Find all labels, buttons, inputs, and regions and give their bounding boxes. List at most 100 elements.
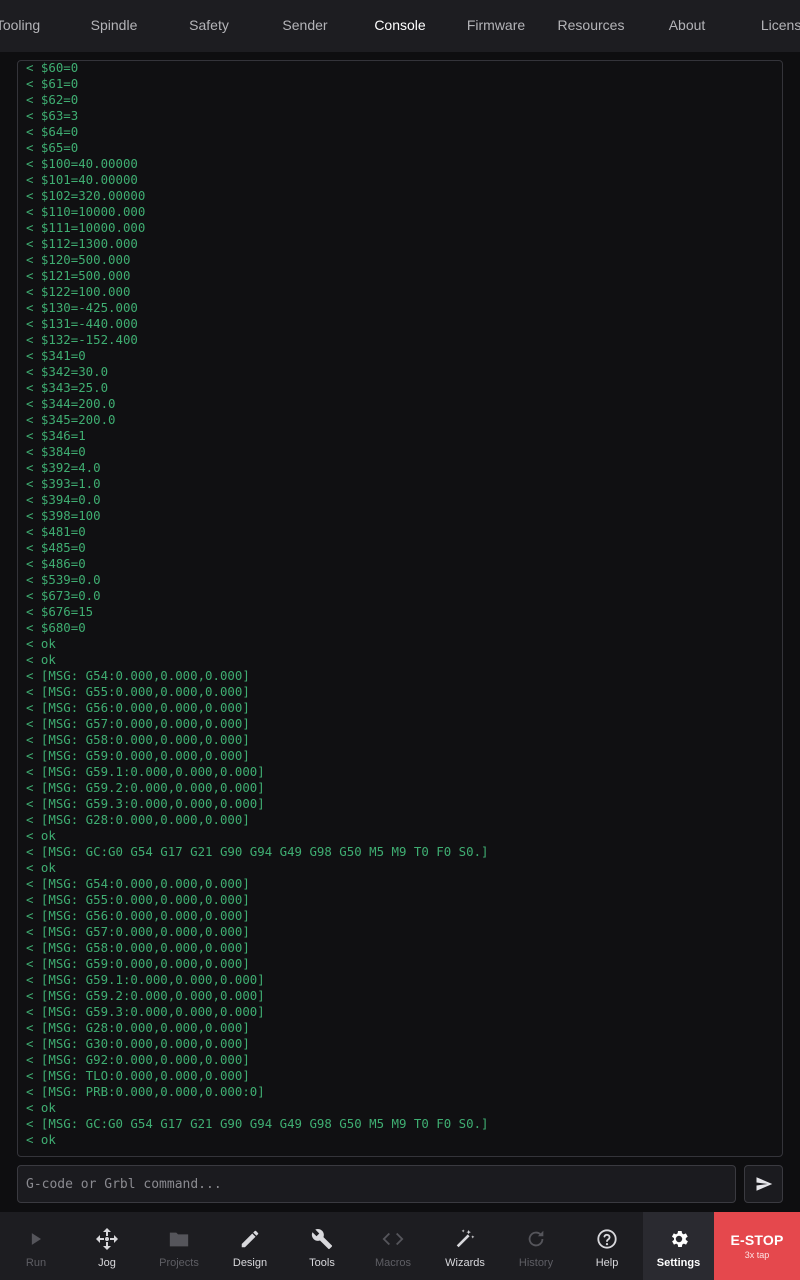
console-line: < [MSG: PRB:0.000,0.000,0.000:0] <box>26 1084 265 1099</box>
refresh-icon <box>524 1227 548 1251</box>
tab-spindle[interactable]: Spindle <box>91 0 138 52</box>
console-line: < $102=320.00000 <box>26 188 146 203</box>
console-line: < [MSG: G59.3:0.000,0.000,0.000] <box>26 796 265 811</box>
console-line: < $63=3 <box>26 108 79 123</box>
console-line: < [MSG: G59.2:0.000,0.000,0.000] <box>26 780 265 795</box>
nav-help[interactable]: Help <box>571 1212 643 1280</box>
estop-label: E-STOP <box>730 1232 784 1248</box>
console-line: < [MSG: G58:0.000,0.000,0.000] <box>26 732 250 747</box>
nav-label: Run <box>25 1257 47 1269</box>
console-line: < [MSG: GC:G0 G54 G17 G21 G90 G94 G49 G9… <box>26 1116 489 1131</box>
send-button[interactable] <box>744 1165 783 1203</box>
send-icon <box>756 1177 772 1191</box>
console-line: < [MSG: G59:0.000,0.000,0.000] <box>26 956 250 971</box>
console-line: < $486=0 <box>26 556 86 571</box>
console-line: < [MSG: G59.1:0.000,0.000,0.000] <box>26 972 265 987</box>
console-line: < [MSG: G59.3:0.000,0.000,0.000] <box>26 1004 265 1019</box>
console-line: < [MSG: G30:0.000,0.000,0.000] <box>26 1036 250 1051</box>
console-line: < [MSG: G28:0.000,0.000,0.000] <box>26 812 250 827</box>
console-line: < $60=0 <box>26 60 79 75</box>
nav-macros[interactable]: Macros <box>357 1212 429 1280</box>
console-output[interactable]: < $60=0 < $61=0 < $62=0 < $63=3 < $64=0 < $65… <box>17 60 783 1157</box>
nav-label: Macros <box>374 1257 412 1269</box>
console-line: < $131=-440.000 <box>26 316 138 331</box>
console-line: < $481=0 <box>26 524 86 539</box>
folder-icon <box>167 1227 191 1251</box>
wrench-icon <box>310 1227 334 1251</box>
nav-wizards[interactable]: Wizards <box>429 1212 501 1280</box>
nav-settings[interactable]: Settings <box>643 1212 714 1280</box>
tab-tooling[interactable]: Tooling <box>0 0 40 52</box>
console-line: < $112=1300.000 <box>26 236 138 251</box>
console-line: < [MSG: TLO:0.000,0.000,0.000] <box>26 1068 250 1083</box>
nav-label: Settings <box>656 1257 701 1269</box>
console-line: < $539=0.0 <box>26 572 101 587</box>
console-line: < $346=1 <box>26 428 86 443</box>
nav-label: Design <box>232 1257 268 1269</box>
console-line: < $342=30.0 <box>26 364 109 379</box>
tab-about[interactable]: About <box>669 0 706 52</box>
code-brackets-icon <box>381 1227 405 1251</box>
console-line: < ok <box>26 1100 56 1115</box>
nav-label: Projects <box>159 1257 199 1269</box>
top-tab-bar: Tooling Spindle Safety Sender Console Fi… <box>0 0 800 52</box>
nav-history[interactable]: History <box>500 1212 572 1280</box>
command-input[interactable] <box>17 1165 736 1203</box>
console-line: < $485=0 <box>26 540 86 555</box>
nav-run[interactable]: Run <box>0 1212 72 1280</box>
console-line: < [MSG: G55:0.000,0.000,0.000] <box>26 684 250 699</box>
console-line: < [MSG: G92:0.000,0.000,0.000] <box>26 1052 250 1067</box>
console-line: < $130=-425.000 <box>26 300 138 315</box>
console-line: < $132=-152.400 <box>26 332 138 347</box>
console-line: < $64=0 <box>26 124 79 139</box>
console-line: < $343=25.0 <box>26 380 109 395</box>
tab-license[interactable]: License <box>761 0 800 52</box>
console-line: < [MSG: GC:G0 G54 G17 G21 G90 G94 G49 G9… <box>26 844 489 859</box>
console-line: < $394=0.0 <box>26 492 101 507</box>
console-line: < $65=0 <box>26 140 79 155</box>
console-line: < $122=100.000 <box>26 284 131 299</box>
console-line: < $673=0.0 <box>26 588 101 603</box>
tab-safety[interactable]: Safety <box>189 0 229 52</box>
console-line: < $100=40.00000 <box>26 156 138 171</box>
tab-firmware[interactable]: Firmware <box>467 0 525 52</box>
tab-resources[interactable]: Resources <box>558 0 625 52</box>
nav-projects[interactable]: Projects <box>143 1212 215 1280</box>
console-line: < [MSG: G59.2:0.000,0.000,0.000] <box>26 988 265 1003</box>
console-line: < [MSG: G55:0.000,0.000,0.000] <box>26 892 250 907</box>
console-line: < [MSG: G57:0.000,0.000,0.000] <box>26 716 250 731</box>
console-line: < $121=500.000 <box>26 268 131 283</box>
gear-icon <box>667 1227 691 1251</box>
console-line: < ok <box>26 828 56 843</box>
help-circle-icon <box>595 1227 619 1251</box>
console-line: < $120=500.000 <box>26 252 131 267</box>
console-line: < [MSG: G58:0.000,0.000,0.000] <box>26 940 250 955</box>
nav-label: History <box>518 1257 554 1269</box>
console-line: < [MSG: G54:0.000,0.000,0.000] <box>26 876 250 891</box>
nav-label: Help <box>595 1257 619 1269</box>
console-line: < $111=10000.000 <box>26 220 146 235</box>
tab-console[interactable]: Console <box>374 0 425 52</box>
pencil-icon <box>238 1227 262 1251</box>
move-arrows-icon <box>95 1227 119 1251</box>
nav-design[interactable]: Design <box>214 1212 286 1280</box>
console-line: < $392=4.0 <box>26 460 101 475</box>
estop-button[interactable]: E-STOP 3x tap <box>714 1212 800 1280</box>
nav-tools[interactable]: Tools <box>286 1212 358 1280</box>
nav-jog[interactable]: Jog <box>71 1212 143 1280</box>
console-line: < $341=0 <box>26 348 86 363</box>
console-line: < ok <box>26 652 56 667</box>
console-line: < $344=200.0 <box>26 396 116 411</box>
console-line: < ok <box>26 636 56 651</box>
nav-label: Tools <box>309 1257 335 1269</box>
console-line: < [MSG: G56:0.000,0.000,0.000] <box>26 908 250 923</box>
estop-sublabel: 3x tap <box>744 1250 770 1260</box>
nav-label: Jog <box>98 1257 116 1269</box>
console-line: < [MSG: G59:0.000,0.000,0.000] <box>26 748 250 763</box>
magic-wand-icon <box>453 1227 477 1251</box>
console-line: < $62=0 <box>26 92 79 107</box>
console-line: < [MSG: G56:0.000,0.000,0.000] <box>26 700 250 715</box>
tab-sender[interactable]: Sender <box>282 0 327 52</box>
console-line: < $101=40.00000 <box>26 172 138 187</box>
console-line: < $393=1.0 <box>26 476 101 491</box>
